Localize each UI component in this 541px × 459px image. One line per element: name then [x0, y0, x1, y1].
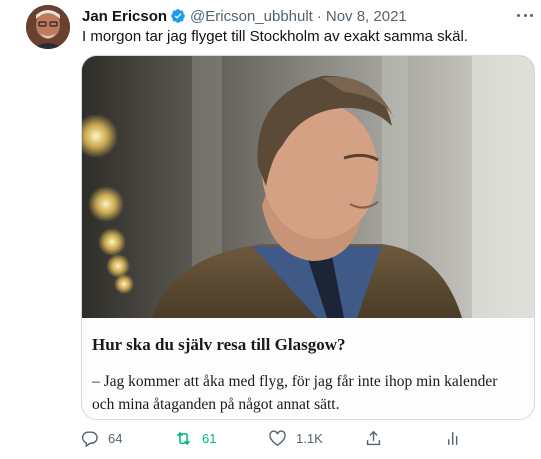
like-button[interactable]: 1.1K: [268, 426, 323, 450]
analytics-icon: [448, 431, 458, 445]
retweet-count: 61: [202, 430, 217, 446]
tweet-text: I morgon tar jag flyget till Stockholm a…: [82, 28, 468, 45]
tweet-date[interactable]: Nov 8, 2021: [326, 8, 407, 25]
link-card[interactable]: Hur ska du själv resa till Glasgow? – Ja…: [81, 55, 535, 420]
retweet-button[interactable]: 61: [174, 426, 216, 450]
header-separator: ·: [316, 7, 322, 25]
share-icon: [366, 430, 381, 445]
more-icon[interactable]: [514, 8, 536, 22]
card-paragraph: – Jag kommer att åka med flyg, för jag f…: [92, 370, 532, 416]
tweet: Jan Ericson @Ericson_ubbhult · Nov 8, 20…: [0, 0, 541, 459]
reply-count: 64: [108, 430, 123, 446]
retweet-icon: [176, 431, 191, 445]
reply-button[interactable]: 64: [80, 426, 122, 450]
avatar[interactable]: [26, 5, 70, 49]
card-image: [82, 56, 534, 318]
like-icon: [269, 429, 286, 446]
analytics-button[interactable]: [444, 426, 463, 450]
card-paragraph-line-2: och mina åtaganden på något annat sätt.: [92, 396, 340, 413]
card-heading: Hur ska du själv resa till Glasgow?: [92, 335, 346, 354]
author-name[interactable]: Jan Ericson: [82, 8, 167, 25]
reply-icon: [81, 430, 98, 447]
tweet-actions: 64 61 1.1K: [80, 426, 530, 450]
tweet-header: Jan Ericson @Ericson_ubbhult · Nov 8, 20…: [82, 6, 407, 26]
card-paragraph-line-1: – Jag kommer att åka med flyg, för jag f…: [92, 373, 498, 390]
author-handle[interactable]: @Ericson_ubbhult: [190, 8, 313, 25]
card-body: Hur ska du själv resa till Glasgow? – Ja…: [82, 318, 534, 419]
like-count: 1.1K: [296, 430, 323, 446]
share-button[interactable]: [364, 426, 383, 450]
verified-badge-icon: [170, 8, 186, 24]
